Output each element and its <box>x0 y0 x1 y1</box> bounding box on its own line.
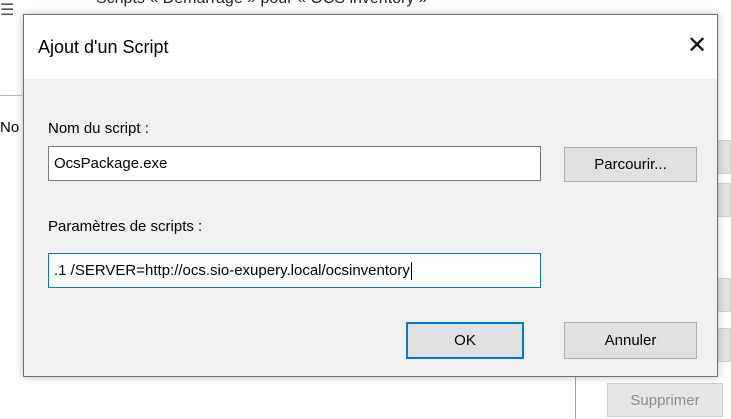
script-params-value: .1 /SERVER=http://ocs.sio-exupery.local/… <box>54 262 410 279</box>
dialog-titlebar: Ajout d'un Script ✕ <box>24 15 717 79</box>
dialog-title: Ajout d'un Script <box>38 37 169 57</box>
add-script-dialog: Ajout d'un Script ✕ Nom du script : OcsP… <box>23 14 718 377</box>
script-name-value: OcsPackage.exe <box>54 155 168 172</box>
cancel-button[interactable]: Annuler <box>564 322 697 359</box>
browse-button[interactable]: Parcourir... <box>564 147 697 182</box>
parent-window-title: Scripts « Démarrage » pour « OCS invento… <box>96 0 428 8</box>
script-params-input[interactable]: .1 /SERVER=http://ocs.sio-exupery.local/… <box>48 253 541 288</box>
script-name-input[interactable]: OcsPackage.exe <box>48 146 541 181</box>
delete-button[interactable]: Supprimer <box>607 383 723 417</box>
text-caret <box>410 261 412 280</box>
script-params-label: Paramètres de scripts : <box>48 218 203 235</box>
parent-divider <box>0 95 22 96</box>
script-name-label: Nom du script : <box>48 120 149 137</box>
parent-column-label: No <box>0 119 20 136</box>
ok-button[interactable]: OK <box>406 322 524 359</box>
close-icon[interactable]: ✕ <box>681 29 713 61</box>
parent-list-border <box>575 373 576 419</box>
